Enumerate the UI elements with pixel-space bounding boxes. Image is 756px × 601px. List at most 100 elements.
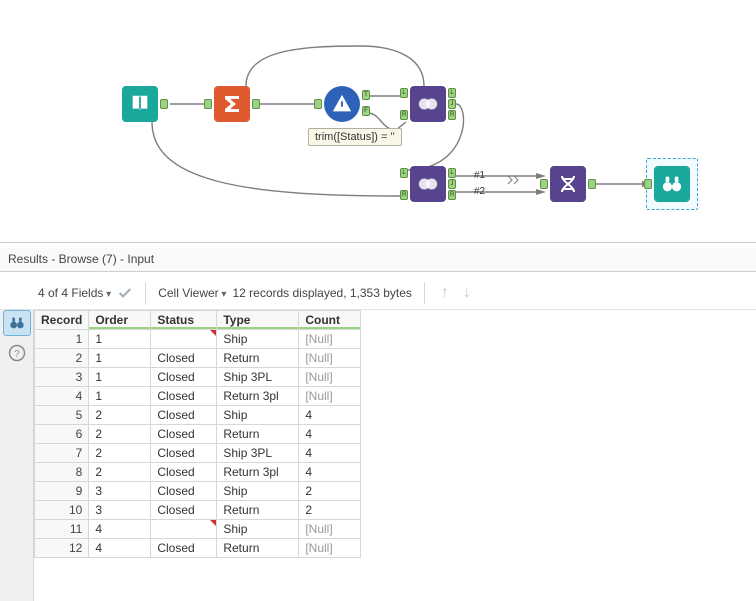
col-status[interactable]: Status xyxy=(151,311,217,330)
cell-type[interactable]: Return 3pl xyxy=(217,463,299,482)
table-row[interactable]: 41ClosedReturn 3pl[Null] xyxy=(35,387,361,406)
col-order[interactable]: Order xyxy=(89,311,151,330)
cell-count[interactable]: [Null] xyxy=(299,520,361,539)
cell-type[interactable]: Return xyxy=(217,539,299,558)
cell-count[interactable]: [Null] xyxy=(299,387,361,406)
cell-order[interactable]: 3 xyxy=(89,501,151,520)
left-input-anchor[interactable]: L xyxy=(400,88,408,98)
cell-count[interactable]: 4 xyxy=(299,425,361,444)
cell-status[interactable]: Closed xyxy=(151,444,217,463)
cell-type[interactable]: Ship xyxy=(217,482,299,501)
cell-type[interactable]: Ship xyxy=(217,406,299,425)
input-data-tool[interactable] xyxy=(122,86,158,122)
cell-status[interactable]: Closed xyxy=(151,406,217,425)
apply-check-icon[interactable] xyxy=(117,285,133,301)
cell-type[interactable]: Return xyxy=(217,501,299,520)
table-row[interactable]: 11Ship[Null] xyxy=(35,330,361,349)
rail-help-button[interactable]: ? xyxy=(3,340,31,366)
table-row[interactable]: 31ClosedShip 3PL[Null] xyxy=(35,368,361,387)
cell-status[interactable]: Closed xyxy=(151,425,217,444)
filter-tool[interactable]: T F xyxy=(324,86,360,122)
cellviewer-dropdown[interactable]: Cell Viewer xyxy=(158,286,226,300)
input-anchor[interactable] xyxy=(540,179,548,189)
cell-count[interactable]: [Null] xyxy=(299,349,361,368)
right-input-anchor[interactable]: R xyxy=(400,110,408,120)
output-anchor[interactable] xyxy=(160,99,168,109)
nav-up-button[interactable]: ↑ xyxy=(437,284,453,302)
cell-status[interactable]: Closed xyxy=(151,482,217,501)
col-count[interactable]: Count xyxy=(299,311,361,330)
cell-order[interactable]: 2 xyxy=(89,444,151,463)
cell-status[interactable]: Closed xyxy=(151,463,217,482)
cell-status[interactable]: Closed xyxy=(151,501,217,520)
cell-status[interactable]: Closed xyxy=(151,349,217,368)
false-output-anchor[interactable]: F xyxy=(362,106,370,116)
cell-status[interactable]: Closed xyxy=(151,368,217,387)
browse-tool[interactable] xyxy=(654,166,690,202)
cell-order[interactable]: 1 xyxy=(89,368,151,387)
cell-order[interactable]: 1 xyxy=(89,387,151,406)
output-anchor[interactable] xyxy=(252,99,260,109)
cell-order[interactable]: 1 xyxy=(89,330,151,349)
table-row[interactable]: 124ClosedReturn[Null] xyxy=(35,539,361,558)
table-row[interactable]: 72ClosedShip 3PL4 xyxy=(35,444,361,463)
cell-type[interactable]: Ship 3PL xyxy=(217,444,299,463)
left-output-anchor[interactable]: L xyxy=(448,168,456,178)
cell-type[interactable]: Ship xyxy=(217,520,299,539)
cell-status[interactable]: Closed xyxy=(151,387,217,406)
col-record[interactable]: Record xyxy=(35,311,89,330)
left-input-anchor[interactable]: L xyxy=(400,168,408,178)
join-tool-1[interactable]: L R L J R xyxy=(410,86,446,122)
summarize-tool[interactable] xyxy=(214,86,250,122)
cell-type[interactable]: Return xyxy=(217,349,299,368)
right-output-anchor[interactable]: R xyxy=(448,110,456,120)
true-output-anchor[interactable]: T xyxy=(362,90,370,100)
cell-type[interactable]: Ship 3PL xyxy=(217,368,299,387)
cell-status[interactable] xyxy=(151,330,217,349)
cell-order[interactable]: 2 xyxy=(89,425,151,444)
table-row[interactable]: 93ClosedShip2 xyxy=(35,482,361,501)
cell-order[interactable]: 3 xyxy=(89,482,151,501)
cell-count[interactable]: [Null] xyxy=(299,368,361,387)
fields-dropdown[interactable]: 4 of 4 Fields xyxy=(38,286,111,300)
output-anchor[interactable] xyxy=(588,179,596,189)
cell-count[interactable]: 2 xyxy=(299,482,361,501)
cell-count[interactable]: 4 xyxy=(299,406,361,425)
cell-order[interactable]: 1 xyxy=(89,349,151,368)
table-row[interactable]: 21ClosedReturn[Null] xyxy=(35,349,361,368)
cell-count[interactable]: 4 xyxy=(299,444,361,463)
left-output-anchor[interactable]: L xyxy=(448,88,456,98)
cell-order[interactable]: 4 xyxy=(89,520,151,539)
cell-status[interactable] xyxy=(151,520,217,539)
input-anchor[interactable] xyxy=(314,99,322,109)
nav-down-button[interactable]: ↓ xyxy=(459,284,475,302)
union-tool[interactable] xyxy=(550,166,586,202)
cell-order[interactable]: 2 xyxy=(89,406,151,425)
cell-count[interactable]: 2 xyxy=(299,501,361,520)
cell-type[interactable]: Ship xyxy=(217,330,299,349)
cell-count[interactable]: [Null] xyxy=(299,330,361,349)
results-table[interactable]: Record Order Status Type Count 11Ship[Nu… xyxy=(34,310,361,558)
table-row[interactable]: 62ClosedReturn4 xyxy=(35,425,361,444)
cell-order[interactable]: 2 xyxy=(89,463,151,482)
table-row[interactable]: 82ClosedReturn 3pl4 xyxy=(35,463,361,482)
join-output-anchor[interactable]: J xyxy=(448,179,456,189)
cell-type[interactable]: Return 3pl xyxy=(217,387,299,406)
workflow-canvas[interactable]: T F trim([Status]) = '' L R L J R L R L … xyxy=(0,0,756,243)
col-type[interactable]: Type xyxy=(217,311,299,330)
cell-type[interactable]: Return xyxy=(217,425,299,444)
cell-count[interactable]: [Null] xyxy=(299,539,361,558)
table-row[interactable]: 114Ship[Null] xyxy=(35,520,361,539)
cell-count[interactable]: 4 xyxy=(299,463,361,482)
cell-status[interactable]: Closed xyxy=(151,539,217,558)
right-output-anchor[interactable]: R xyxy=(448,190,456,200)
right-input-anchor[interactable]: R xyxy=(400,190,408,200)
join-tool-2[interactable]: L R L J R xyxy=(410,166,446,202)
input-anchor[interactable] xyxy=(204,99,212,109)
table-row[interactable]: 103ClosedReturn2 xyxy=(35,501,361,520)
table-row[interactable]: 52ClosedShip4 xyxy=(35,406,361,425)
input-anchor[interactable] xyxy=(644,179,652,189)
cell-order[interactable]: 4 xyxy=(89,539,151,558)
rail-browse-button[interactable] xyxy=(3,310,31,336)
join-output-anchor[interactable]: J xyxy=(448,99,456,109)
